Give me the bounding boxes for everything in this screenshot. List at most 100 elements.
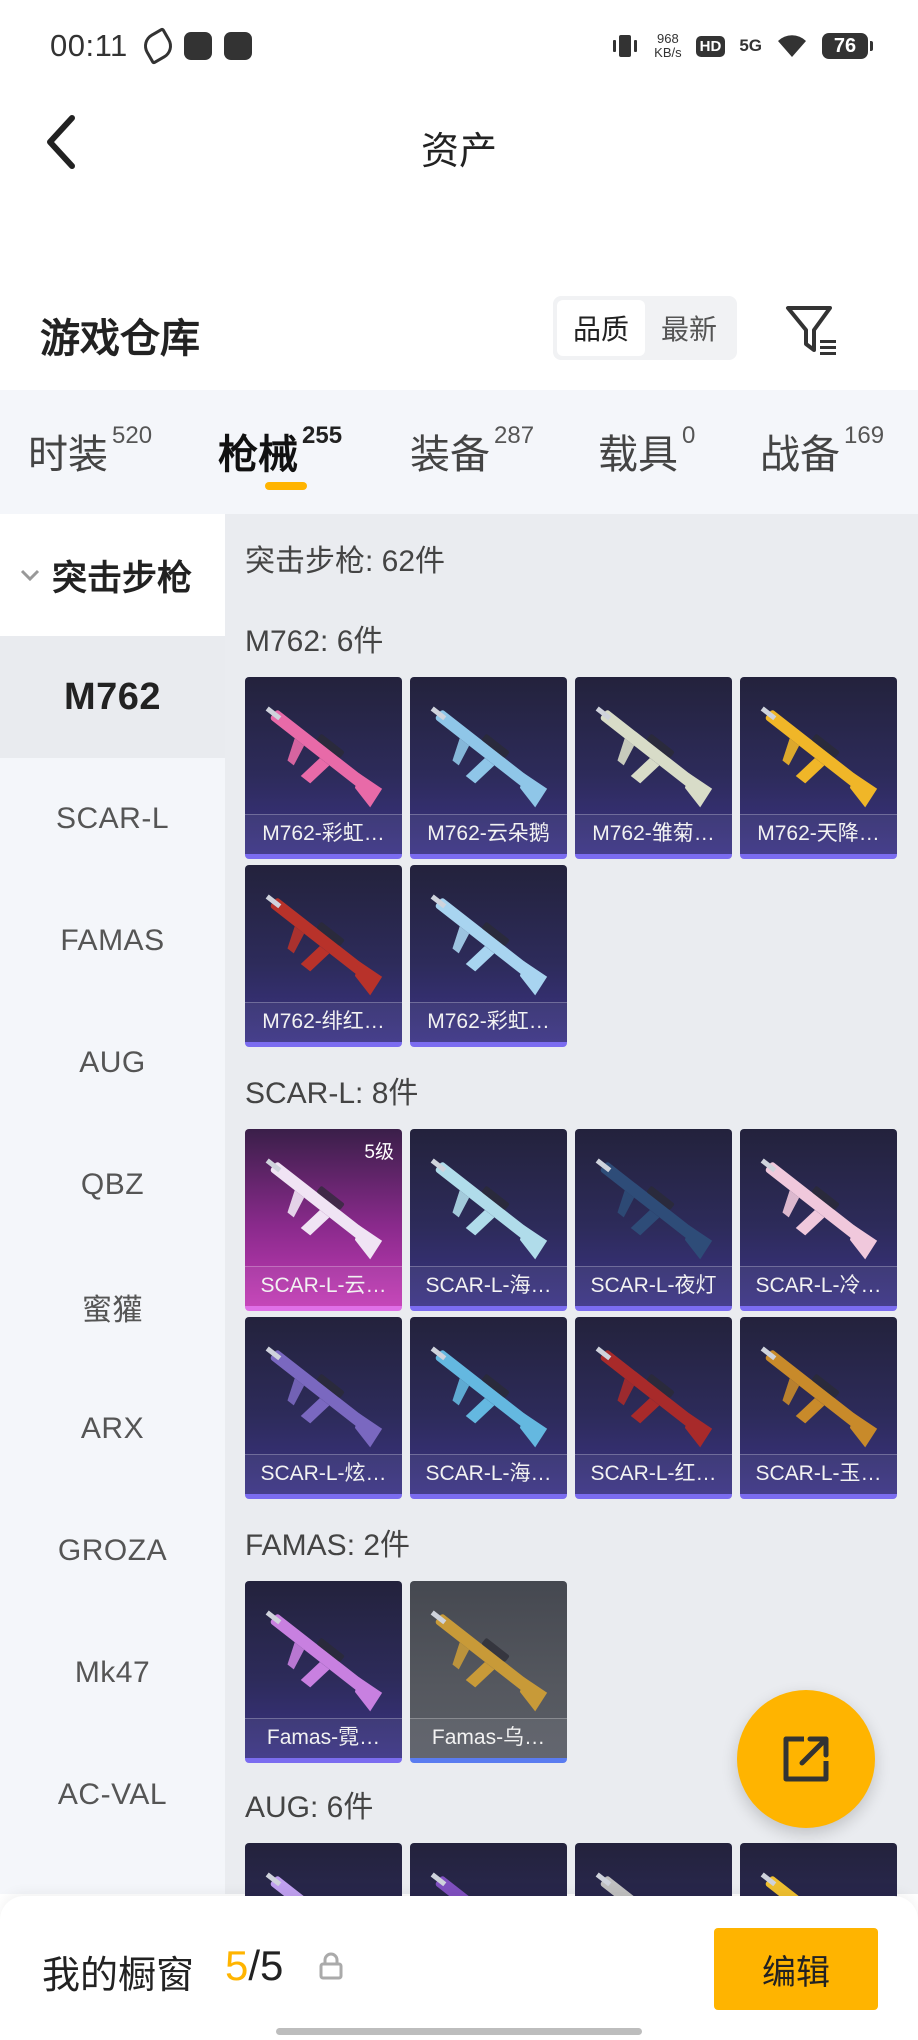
sidebar-item-famas[interactable]: FAMAS [0,880,225,1002]
battery-indicator: 76 [822,33,873,59]
weapon-card[interactable]: Famas-霓… [245,1581,402,1763]
weapon-card[interactable]: SCAR-L-海… [410,1317,567,1499]
network-type: 5G [739,36,762,55]
sort-option-quality[interactable]: 品质 [557,300,645,356]
assets-page: 00:11 968 KB/s HD 5G 76 资产 游戏仓库 品质 最新 时装… [0,0,918,2040]
message-icon [183,32,212,60]
showcase-bar: 我的橱窗 5/5 编辑 [0,1896,918,2040]
section-title-aug: AUG: 6件 [245,1791,374,1824]
weapon-card[interactable]: M762-天降… [740,677,897,859]
rifle-icon [760,1158,878,1260]
tab-vehicles[interactable]: 载具 0 [598,422,695,480]
weapon-card-label: M762-彩虹… [245,814,402,854]
weapon-card-label: M762-天降… [740,814,897,854]
weapon-card[interactable]: M762-彩虹… [410,865,567,1047]
leaf-icon [138,26,177,66]
lock-icon [319,1952,343,1980]
weapon-card-label: Famas-乌… [410,1718,567,1758]
weapon-card-label: M762-绯红… [245,1002,402,1042]
rifle-icon [265,894,383,996]
status-notification-icons [138,26,252,66]
home-indicator[interactable] [276,2028,642,2035]
weapon-card-label: SCAR-L-红… [575,1454,732,1494]
tab-supplies[interactable]: 战备 169 [760,422,884,480]
filter-icon [786,306,836,355]
weapon-card-label: SCAR-L-云… [245,1266,402,1306]
weapon-card[interactable]: SCAR-L-海… [410,1129,567,1311]
weapon-card-label: SCAR-L-夜灯 [575,1266,732,1306]
sidebar-item-groza[interactable]: GROZA [0,1490,225,1612]
hd-badge: HD [695,35,726,57]
sidebar-group-assault-rifles[interactable]: 突击步枪 [0,514,225,636]
weapon-card-label: SCAR-L-海… [410,1266,567,1306]
rifle-icon [265,1610,383,1712]
chevron-down-icon [18,562,44,588]
rifle-icon [265,706,383,808]
edit-button[interactable]: 编辑 [714,1928,878,2010]
share-icon [783,1736,829,1782]
weapon-card-label: M762-云朵鹅 [410,814,567,854]
wifi-icon [778,35,806,57]
section-title-famas: FAMAS: 2件 [245,1529,411,1562]
weapon-card[interactable]: M762-雏菊… [575,677,732,859]
active-tab-indicator [265,482,307,490]
weapon-card-label: Famas-霓… [245,1718,402,1758]
rifle-icon [760,706,878,808]
assault-rifle-summary: 突击步枪: 62件 [245,545,446,578]
showcase-count: 5/5 [225,1942,284,1989]
sidebar-item-m762[interactable]: M762 [0,636,225,758]
status-right: 968 KB/s HD 5G 76 [610,31,873,61]
repository-row: 游戏仓库 品质 最新 [0,290,918,370]
rifle-icon [595,1158,713,1260]
weapon-card[interactable]: M762-彩虹… [245,677,402,859]
weapon-content: 突击步枪: 62件 M762: 6件 SCAR-L: 8件 FAMAS: 2件 … [225,514,918,2025]
sidebar-item-arx[interactable]: ARX [0,1368,225,1490]
rifle-icon [430,1610,548,1712]
weapon-card[interactable]: SCAR-L-红… [575,1317,732,1499]
network-speed: 968 KB/s [654,31,682,60]
sidebar-item-ac-val[interactable]: AC-VAL [0,1734,225,1856]
sort-toggle: 品质 最新 [553,296,737,360]
weapon-card[interactable]: M762-绯红… [245,865,402,1047]
sidebar-item-aug[interactable]: AUG [0,1002,225,1124]
rifle-icon [265,1346,383,1448]
rifle-icon [430,1158,548,1260]
rifle-icon [430,894,548,996]
sidebar-item-honey-badger[interactable]: 蜜獾 [0,1246,225,1368]
weapon-card-label: SCAR-L-炫… [245,1454,402,1494]
weapon-card[interactable]: SCAR-L-炫… [245,1317,402,1499]
weapon-card[interactable]: Famas-乌… [410,1581,567,1763]
weapon-card[interactable]: 5级 SCAR-L-云… [245,1129,402,1311]
top-header: 资产 [0,92,918,192]
weapon-card-label: SCAR-L-玉… [740,1454,897,1494]
sort-option-newest[interactable]: 最新 [645,300,733,356]
sidebar-item-mk47[interactable]: Mk47 [0,1612,225,1734]
section-title-m762: M762: 6件 [245,625,384,658]
sidebar-item-qbz[interactable]: QBZ [0,1124,225,1246]
section-title-scar-l: SCAR-L: 8件 [245,1077,419,1110]
page-title: 资产 [420,131,497,173]
weapon-card[interactable]: M762-云朵鹅 [410,677,567,859]
sidebar-item-scar-l[interactable]: SCAR-L [0,758,225,880]
weapon-card-label: M762-彩虹… [410,1002,567,1042]
filter-button[interactable] [782,300,842,360]
tab-equipment[interactable]: 装备 287 [410,422,534,480]
tab-guns[interactable]: 枪械 255 [218,422,342,480]
share-button[interactable] [737,1690,875,1828]
weapon-card-label: SCAR-L-冷… [740,1266,897,1306]
category-tabs: 时装 520 枪械 255 装备 287 载具 0 战备 169 [0,390,918,514]
weapon-card[interactable]: SCAR-L-玉… [740,1317,897,1499]
rifle-icon [595,706,713,808]
showcase-title: 我的橱窗 [42,1955,195,1997]
weapon-card[interactable]: SCAR-L-夜灯 [575,1129,732,1311]
weapon-card-label: M762-雏菊… [575,814,732,854]
status-time: 00:11 [50,28,128,63]
repository-title: 游戏仓库 [40,317,200,361]
tab-fashion[interactable]: 时装 520 [28,422,152,480]
rifle-icon [430,1346,548,1448]
weapon-card[interactable]: SCAR-L-冷… [740,1129,897,1311]
rifle-icon [430,706,548,808]
rifle-icon [595,1346,713,1448]
level-badge: 5级 [364,1142,394,1163]
weapon-card-label: SCAR-L-海… [410,1454,567,1494]
